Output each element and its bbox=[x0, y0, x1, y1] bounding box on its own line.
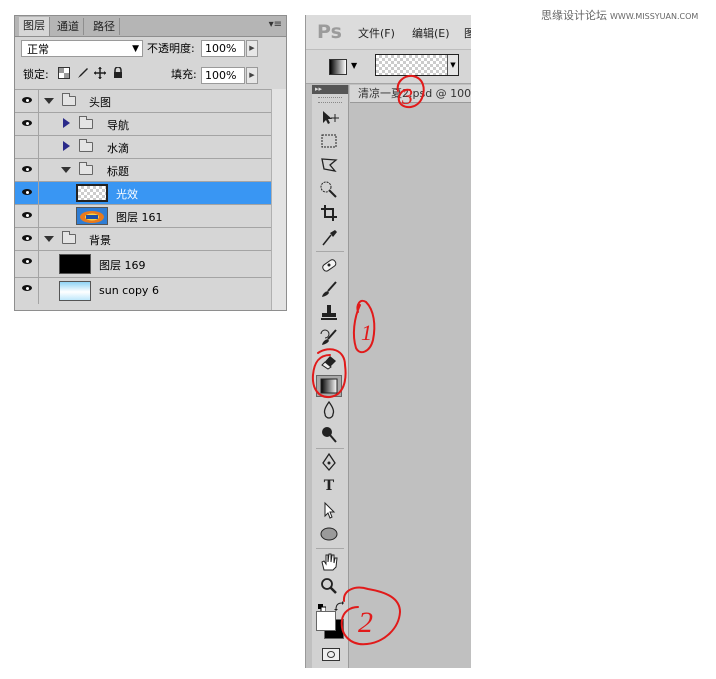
annotation-label-1: 1 bbox=[361, 320, 372, 345]
annotation-overlay: 1 2 3 bbox=[311, 74, 425, 646]
annotation-label-3: 3 bbox=[401, 84, 413, 109]
annotation-circle-gradient-tool bbox=[311, 348, 347, 399]
annotation-label-2: 2 bbox=[358, 606, 373, 639]
